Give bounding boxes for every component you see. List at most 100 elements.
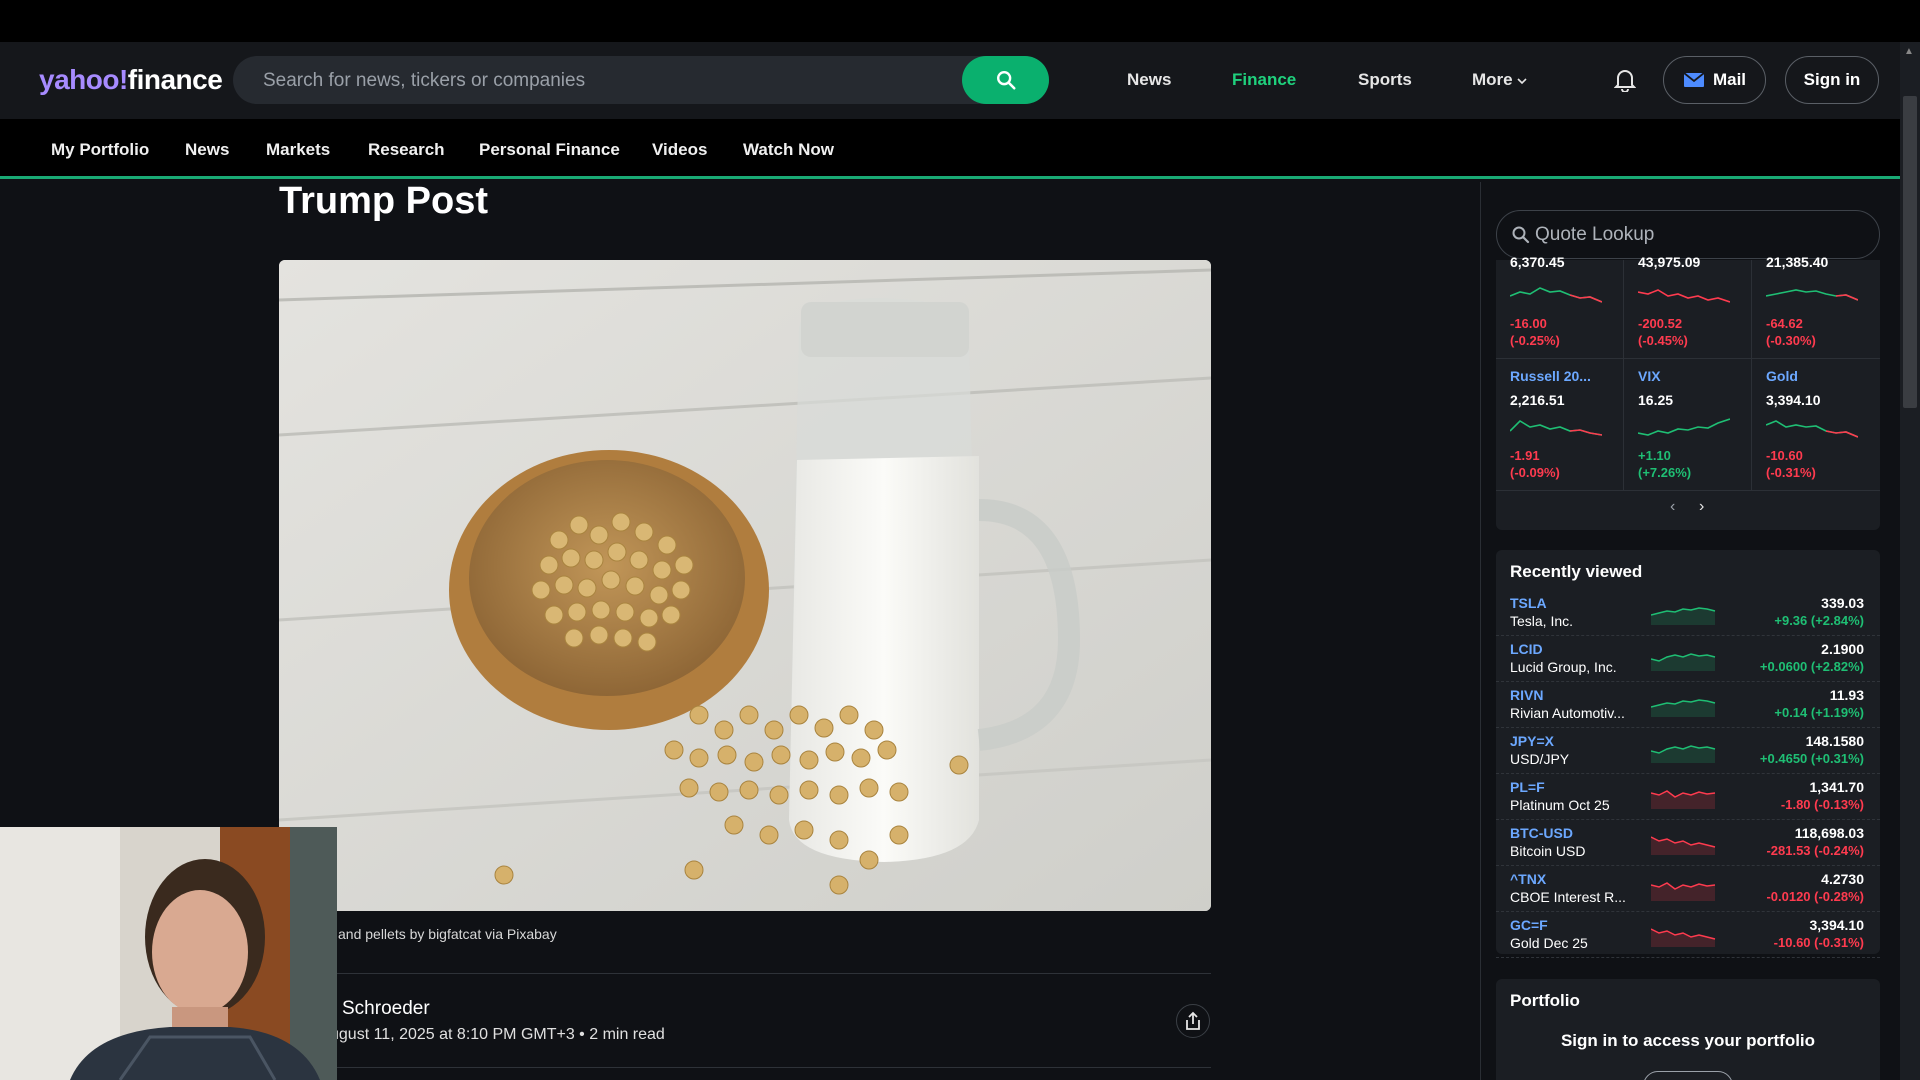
ticker-symbol[interactable]: LCID <box>1510 641 1543 657</box>
ticker-name: Gold Dec 25 <box>1510 935 1588 951</box>
market-change-value: -1.91 <box>1510 448 1540 463</box>
chevron-down-icon <box>1517 78 1527 85</box>
market-cell[interactable]: 43,975.09 <box>1638 254 1766 270</box>
divider <box>1496 490 1880 491</box>
search-bar[interactable]: Search for news, tickers or companies <box>233 56 1049 104</box>
recently-viewed-row[interactable]: TSLA Tesla, Inc. 339.03 +9.36 (+2.84%) <box>1496 590 1880 636</box>
ticker-symbol[interactable]: GC=F <box>1510 917 1548 933</box>
market-change: +1.10 (+7.26%) <box>1638 447 1766 481</box>
market-change: -10.60 (-0.31%) <box>1766 447 1894 481</box>
sign-in-button[interactable]: Sign in <box>1785 56 1879 104</box>
ticker-change: -281.53 (-0.24%) <box>1766 843 1864 858</box>
quote-lookup-input[interactable]: Quote Lookup <box>1535 224 1654 246</box>
subnav-news[interactable]: News <box>185 140 229 160</box>
article-title: Trump Post <box>279 180 489 222</box>
portfolio-panel: Portfolio Sign in to access your portfol… <box>1496 979 1880 1080</box>
ticker-change: +9.36 (+2.84%) <box>1774 613 1864 628</box>
ticker-symbol[interactable]: ^TNX <box>1510 871 1546 887</box>
publish-date: ugust 11, 2025 at 8:10 PM GMT+3 • 2 min … <box>330 1026 665 1043</box>
ticker-symbol[interactable]: TSLA <box>1510 595 1547 611</box>
portfolio-sign-in-button[interactable] <box>1643 1071 1733 1080</box>
topnav-sports[interactable]: Sports <box>1358 70 1412 90</box>
topnav-more[interactable]: More <box>1472 70 1527 90</box>
scrollbar-thumb[interactable] <box>1903 96 1917 408</box>
recently-viewed-row[interactable]: ^TNX CBOE Interest R... 4.2730 -0.0120 (-0.… <box>1496 866 1880 912</box>
subnav-watch-now[interactable]: Watch Now <box>743 140 834 160</box>
market-value: 43,975.09 <box>1638 254 1701 270</box>
recently-viewed-row[interactable]: BTC-USD Bitcoin USD 118,698.03 -281.53 (-0.… <box>1496 820 1880 866</box>
ticker-symbol[interactable]: RIVN <box>1510 687 1543 703</box>
ticker-symbol[interactable]: JPY=X <box>1510 733 1554 749</box>
author-name[interactable]: Schroeder <box>342 998 430 1020</box>
recently-viewed-row[interactable]: LCID Lucid Group, Inc. 2.1900 +0.0600 (+2.8… <box>1496 636 1880 682</box>
mail-icon <box>1683 72 1705 87</box>
ticker-sparkline <box>1651 699 1716 717</box>
logo-finance-text: finance <box>127 64 223 95</box>
market-change-value: +1.10 <box>1638 448 1671 463</box>
ticker-price: 4.2730 <box>1821 871 1864 887</box>
ticker-symbol[interactable]: PL=F <box>1510 779 1545 795</box>
topnav-finance[interactable]: Finance <box>1232 70 1296 90</box>
recently-viewed-row[interactable]: RIVN Rivian Automotiv... 11.93 +0.14 (+1.19… <box>1496 682 1880 728</box>
share-icon <box>1186 1011 1200 1030</box>
divider <box>279 1067 1211 1068</box>
share-button[interactable] <box>1176 1004 1210 1038</box>
ticker-change: +0.0600 (+2.82%) <box>1759 659 1864 674</box>
subnav-my-portfolio[interactable]: My Portfolio <box>51 140 149 160</box>
ticker-name: USD/JPY <box>1510 751 1570 767</box>
market-change-pct: (-0.09%) <box>1510 465 1560 480</box>
ticker-price: 118,698.03 <box>1794 825 1864 841</box>
sidebar-divider <box>1480 182 1481 1080</box>
ticker-name: CBOE Interest R... <box>1510 889 1626 905</box>
logo-yahoo-text: yahoo! <box>39 64 128 95</box>
ticker-sparkline <box>1651 882 1716 901</box>
search-input[interactable]: Search for news, tickers or companies <box>263 70 585 92</box>
quote-lookup[interactable]: Quote Lookup <box>1496 210 1880 259</box>
webcam-overlay <box>0 827 337 1080</box>
chevron-left-icon[interactable]: ‹ <box>1670 498 1675 516</box>
ticker-name: Rivian Automotiv... <box>1510 705 1625 721</box>
search-icon <box>1512 226 1530 244</box>
subnav-personal-finance[interactable]: Personal Finance <box>479 140 620 160</box>
market-cell[interactable]: 21,385.40 <box>1766 254 1894 270</box>
market-change: -200.52 (-0.45%) <box>1638 315 1766 349</box>
ticker-name: Bitcoin USD <box>1510 843 1586 859</box>
recently-viewed-title: Recently viewed <box>1510 562 1643 581</box>
ticker-change: -1.80 (-0.13%) <box>1780 797 1864 812</box>
browser-top-bar <box>0 0 1920 42</box>
image-caption: and pellets by bigfatcat via Pixabay <box>338 926 557 942</box>
market-value: 3,394.10 <box>1766 392 1821 408</box>
search-button[interactable] <box>962 56 1049 104</box>
recently-viewed-row[interactable]: PL=F Platinum Oct 25 1,341.70 -1.80 (-0.13%… <box>1496 774 1880 820</box>
topnav-news[interactable]: News <box>1127 70 1171 90</box>
market-value: 21,385.40 <box>1766 254 1829 270</box>
bell-icon[interactable] <box>1614 68 1636 92</box>
subnav-research[interactable]: Research <box>368 140 445 160</box>
mail-button[interactable]: Mail <box>1663 56 1766 104</box>
ticker-symbol[interactable]: BTC-USD <box>1510 825 1573 841</box>
site-header: yahoo!finance Search for news, tickers o… <box>0 42 1920 119</box>
recently-viewed-row[interactable]: GC=F Gold Dec 25 3,394.10 -10.60 (-0.31%) <box>1496 912 1880 958</box>
market-value: 16.25 <box>1638 392 1674 408</box>
ticker-price: 11.93 <box>1829 687 1864 703</box>
recently-viewed-row[interactable]: JPY=X USD/JPY 148.1580 +0.4650 (+0.31%) <box>1496 728 1880 774</box>
ticker-name: Lucid Group, Inc. <box>1510 659 1617 675</box>
market-cell-russell[interactable]: Russell 20... 2,216.51 <box>1510 368 1638 408</box>
market-change-value: -10.60 <box>1766 448 1803 463</box>
section-nav: My Portfolio News Markets Research Perso… <box>0 119 1900 179</box>
chevron-right-icon[interactable]: › <box>1699 498 1704 516</box>
subnav-markets[interactable]: Markets <box>266 140 330 160</box>
webcam-person-image <box>0 827 337 1080</box>
market-cell-gold[interactable]: Gold 3,394.10 <box>1766 368 1894 408</box>
page-scrollbar[interactable]: ▲ <box>1900 42 1920 1080</box>
search-icon <box>996 71 1016 90</box>
scroll-up-arrow[interactable]: ▲ <box>1904 46 1914 57</box>
yahoo-finance-logo[interactable]: yahoo!finance <box>39 64 223 96</box>
market-cell-vix[interactable]: VIX 16.25 <box>1638 368 1766 408</box>
market-sparkline <box>1766 420 1858 438</box>
subnav-videos[interactable]: Videos <box>652 140 707 160</box>
market-cell[interactable]: 6,370.45 <box>1510 254 1638 270</box>
ticker-change: -10.60 (-0.31%) <box>1773 935 1864 950</box>
topnav-more-label: More <box>1472 70 1513 89</box>
market-change: -16.00 (-0.25%) <box>1510 315 1638 349</box>
